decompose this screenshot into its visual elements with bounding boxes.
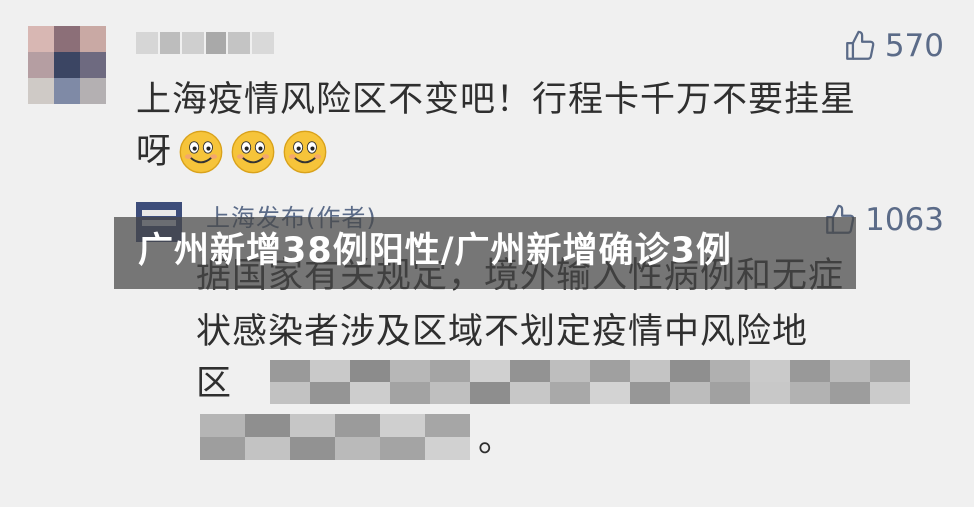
comment-1: 570 上海疫情风险区不变吧！行程卡千万不要挂星 呀	[0, 0, 974, 190]
comment-text-line: 上海疫情风险区不变吧！行程卡千万不要挂星	[136, 80, 857, 120]
reply-text-start: 区	[196, 364, 233, 404]
thumbs-up-icon	[845, 30, 875, 60]
redacted-text-mosaic	[270, 360, 910, 404]
headline-banner: 广州新增38例阳性/广州新增确诊3例	[114, 217, 856, 289]
smiley-emoji-icon	[283, 130, 327, 174]
comment-text-tail: 呀	[136, 132, 173, 172]
redacted-text-mosaic	[200, 414, 470, 460]
like-count: 1063	[865, 202, 944, 238]
like-count: 570	[884, 28, 944, 64]
reply-text-end: 。	[478, 420, 514, 460]
like-button[interactable]: 570	[843, 28, 944, 64]
avatar[interactable]	[28, 26, 106, 104]
username-blurred	[136, 32, 276, 54]
smiley-emoji-icon	[231, 130, 275, 174]
reply-text-line: 状感染者涉及区域不划定疫情中风险地	[196, 312, 809, 352]
smiley-emoji-icon	[179, 130, 223, 174]
comment-text-line: 呀	[136, 126, 328, 178]
headline-title: 广州新增38例阳性/广州新增确诊3例	[138, 231, 732, 271]
